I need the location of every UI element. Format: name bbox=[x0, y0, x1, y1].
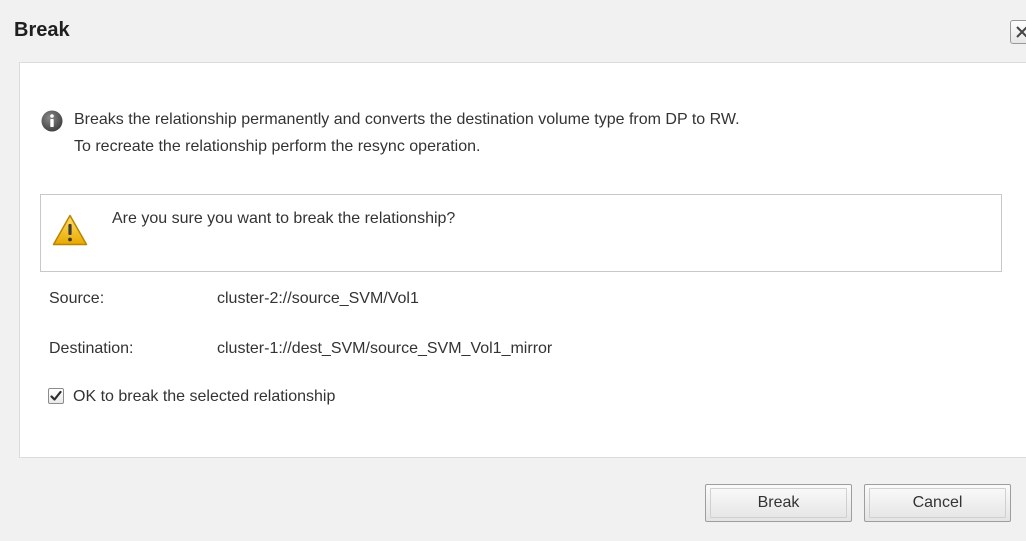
close-icon bbox=[1016, 26, 1026, 38]
warning-message: Are you sure you want to break the relat… bbox=[112, 210, 456, 227]
break-button-label: Break bbox=[757, 494, 800, 511]
destination-value: cluster-1://dest_SVM/source_SVM_Vol1_mir… bbox=[217, 340, 553, 357]
checkmark-icon bbox=[50, 390, 62, 401]
info-line-2: To recreate the relationship perform the… bbox=[74, 138, 481, 155]
warning-icon bbox=[52, 214, 88, 246]
dialog-titlebar: Break bbox=[0, 0, 1026, 62]
info-line-1: Breaks the relationship permanently and … bbox=[74, 111, 740, 128]
break-dialog: Break Breaks the relationship permanentl… bbox=[0, 0, 1026, 541]
confirm-checkbox-label[interactable]: OK to break the selected relationship bbox=[73, 386, 335, 408]
cancel-button[interactable]: Cancel bbox=[864, 484, 1011, 522]
source-label: Source: bbox=[49, 290, 105, 307]
dialog-title: Break bbox=[14, 19, 70, 41]
close-button[interactable] bbox=[1010, 20, 1026, 44]
cancel-button-label: Cancel bbox=[912, 494, 963, 511]
warning-box bbox=[40, 194, 1002, 272]
source-value: cluster-2://source_SVM/Vol1 bbox=[217, 290, 419, 307]
break-button[interactable]: Break bbox=[705, 484, 852, 522]
info-icon bbox=[41, 110, 63, 132]
destination-label: Destination: bbox=[49, 340, 134, 357]
info-message: Breaks the relationship permanently and … bbox=[74, 106, 1004, 160]
confirm-checkbox[interactable] bbox=[48, 388, 64, 404]
